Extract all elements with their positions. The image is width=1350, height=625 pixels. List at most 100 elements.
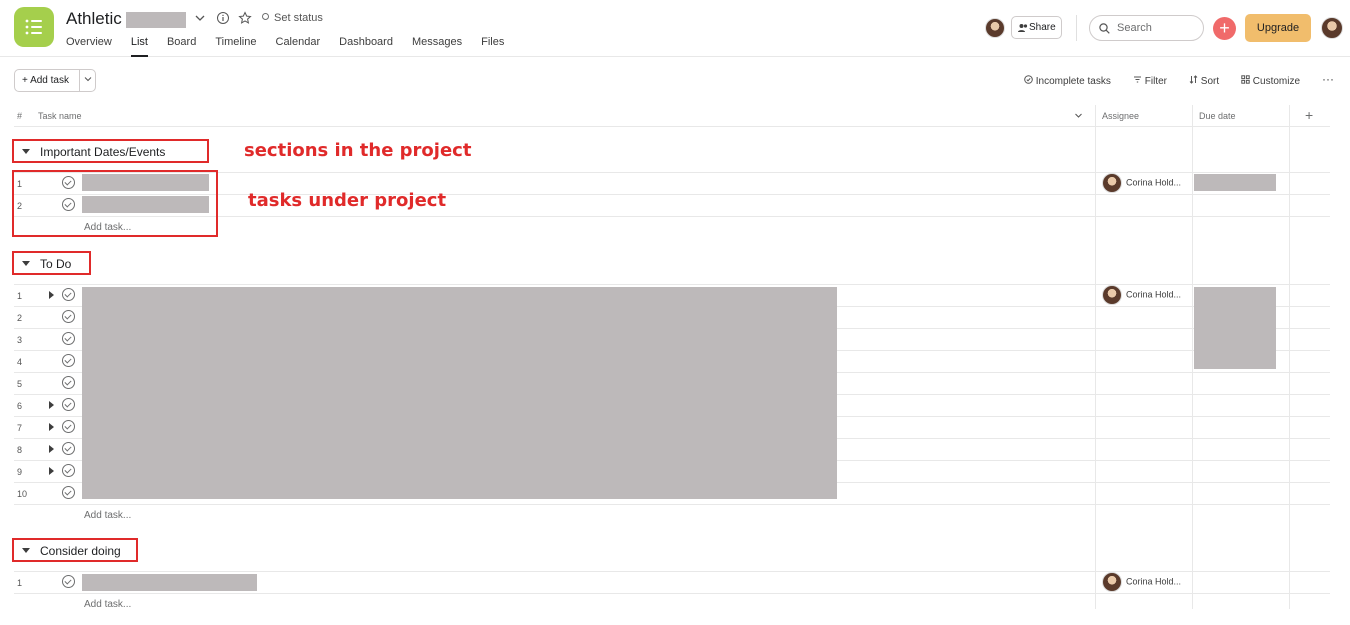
- tab-timeline[interactable]: Timeline: [215, 35, 256, 57]
- row-number: 2: [17, 313, 23, 323]
- annotation-sections-note: sections in the project: [244, 140, 472, 161]
- chevron-down-icon[interactable]: [1074, 111, 1083, 120]
- quick-add-button[interactable]: +: [1213, 17, 1236, 40]
- expand-subtasks-icon[interactable]: [49, 445, 54, 453]
- assignee-cell[interactable]: Corina Hold...: [1102, 285, 1181, 305]
- complete-check-icon[interactable]: [62, 575, 75, 588]
- share-label: Share: [1029, 22, 1056, 33]
- add-task-label[interactable]: + Add task: [22, 70, 69, 91]
- sort-button[interactable]: Sort: [1189, 75, 1219, 87]
- redacted-task-names[interactable]: [82, 287, 837, 499]
- complete-check-icon[interactable]: [62, 442, 75, 455]
- search-input[interactable]: Search: [1089, 15, 1204, 41]
- redacted-task-name[interactable]: [82, 574, 257, 591]
- annotation-box: [12, 538, 138, 562]
- row-number: 6: [17, 401, 23, 411]
- incomplete-tasks-filter[interactable]: Incomplete tasks: [1024, 75, 1111, 87]
- column-assignee[interactable]: Assignee: [1102, 111, 1139, 121]
- complete-check-icon[interactable]: [62, 376, 75, 389]
- sort-icon: [1189, 75, 1198, 84]
- tab-messages[interactable]: Messages: [412, 35, 462, 57]
- tab-overview[interactable]: Overview: [66, 35, 112, 57]
- tab-board[interactable]: Board: [167, 35, 196, 57]
- set-status-label: Set status: [274, 12, 323, 24]
- add-task-inline[interactable]: Add task...: [84, 510, 131, 521]
- complete-check-icon[interactable]: [62, 464, 75, 477]
- upgrade-button[interactable]: Upgrade: [1245, 14, 1311, 42]
- more-options-icon[interactable]: ···: [1322, 72, 1334, 86]
- row-number: 1: [17, 291, 23, 301]
- assignee-avatar: [1102, 285, 1122, 305]
- redacted-title: [126, 12, 186, 28]
- complete-check-icon[interactable]: [62, 310, 75, 323]
- add-task-button[interactable]: + Add task: [14, 69, 96, 92]
- tab-files[interactable]: Files: [481, 35, 504, 57]
- check-circle-icon: [1024, 75, 1033, 84]
- row-divider: [14, 504, 1330, 505]
- status-dot-icon: [262, 13, 269, 20]
- row-number: 1: [17, 578, 23, 588]
- project-tabs: Overview List Board Timeline Calendar Da…: [66, 35, 523, 57]
- filter-button[interactable]: Filter: [1133, 75, 1167, 87]
- assignee-name: Corina Hold...: [1126, 576, 1182, 587]
- tab-dashboard[interactable]: Dashboard: [339, 35, 393, 57]
- complete-check-icon[interactable]: [62, 332, 75, 345]
- member-avatar[interactable]: [985, 18, 1005, 38]
- complete-check-icon[interactable]: [62, 288, 75, 301]
- info-icon[interactable]: [216, 11, 230, 25]
- row-number: 9: [17, 467, 23, 477]
- chevron-down-icon: [84, 77, 92, 82]
- row-number: 4: [17, 357, 23, 367]
- tab-list[interactable]: List: [130, 35, 149, 57]
- filter-label: Filter: [1144, 76, 1168, 87]
- column-divider: [1192, 105, 1193, 609]
- grid-icon: [1241, 75, 1250, 84]
- complete-check-icon[interactable]: [62, 486, 75, 499]
- assignee-name: Corina Hold...: [1126, 289, 1182, 300]
- project-title[interactable]: Athletic: [66, 9, 122, 29]
- row-number: 5: [17, 379, 23, 389]
- project-header: Athletic Set status Overview List Board …: [0, 0, 1350, 57]
- column-due-date[interactable]: Due date: [1199, 111, 1236, 121]
- customize-label: Customize: [1252, 76, 1301, 87]
- column-task-name[interactable]: Task name: [38, 111, 82, 121]
- expand-subtasks-icon[interactable]: [49, 423, 54, 431]
- annotation-box: [12, 139, 209, 163]
- row-divider: [14, 593, 1330, 594]
- add-task-dropdown[interactable]: [79, 70, 96, 91]
- star-icon[interactable]: [238, 11, 252, 25]
- assignee-avatar: [1102, 572, 1122, 592]
- assignee-avatar: [1102, 173, 1122, 193]
- expand-subtasks-icon[interactable]: [49, 467, 54, 475]
- complete-check-icon[interactable]: [62, 398, 75, 411]
- share-button[interactable]: Share: [1011, 16, 1062, 39]
- complete-check-icon[interactable]: [62, 420, 75, 433]
- search-placeholder: Search: [1117, 22, 1152, 34]
- tab-calendar[interactable]: Calendar: [276, 35, 321, 57]
- assignee-cell[interactable]: Corina Hold...: [1102, 173, 1181, 193]
- divider: [1076, 15, 1077, 41]
- assignee-name: Corina Hold...: [1126, 177, 1182, 188]
- expand-subtasks-icon[interactable]: [49, 401, 54, 409]
- annotation-box: [12, 251, 91, 275]
- annotation-tasks-note: tasks under project: [248, 190, 447, 211]
- row-number: 7: [17, 423, 23, 433]
- set-status-button[interactable]: Set status: [262, 12, 323, 24]
- add-task-inline[interactable]: Add task...: [84, 599, 131, 610]
- incomplete-tasks-label: Incomplete tasks: [1035, 76, 1111, 87]
- project-list-icon[interactable]: [14, 7, 54, 47]
- column-header-row: # Task name Assignee Due date +: [14, 105, 1330, 127]
- expand-subtasks-icon[interactable]: [49, 291, 54, 299]
- assignee-cell[interactable]: Corina Hold...: [1102, 572, 1181, 592]
- column-num: #: [17, 111, 23, 121]
- redacted-due-date[interactable]: [1194, 174, 1276, 191]
- column-divider: [1289, 105, 1290, 609]
- redacted-due-dates[interactable]: [1194, 287, 1276, 369]
- customize-button[interactable]: Customize: [1241, 75, 1300, 87]
- add-column-icon[interactable]: +: [1305, 107, 1313, 123]
- people-icon: [1018, 24, 1028, 32]
- user-avatar[interactable]: [1321, 17, 1343, 39]
- chevron-down-icon[interactable]: [193, 11, 207, 25]
- complete-check-icon[interactable]: [62, 354, 75, 367]
- search-icon: [1099, 23, 1110, 34]
